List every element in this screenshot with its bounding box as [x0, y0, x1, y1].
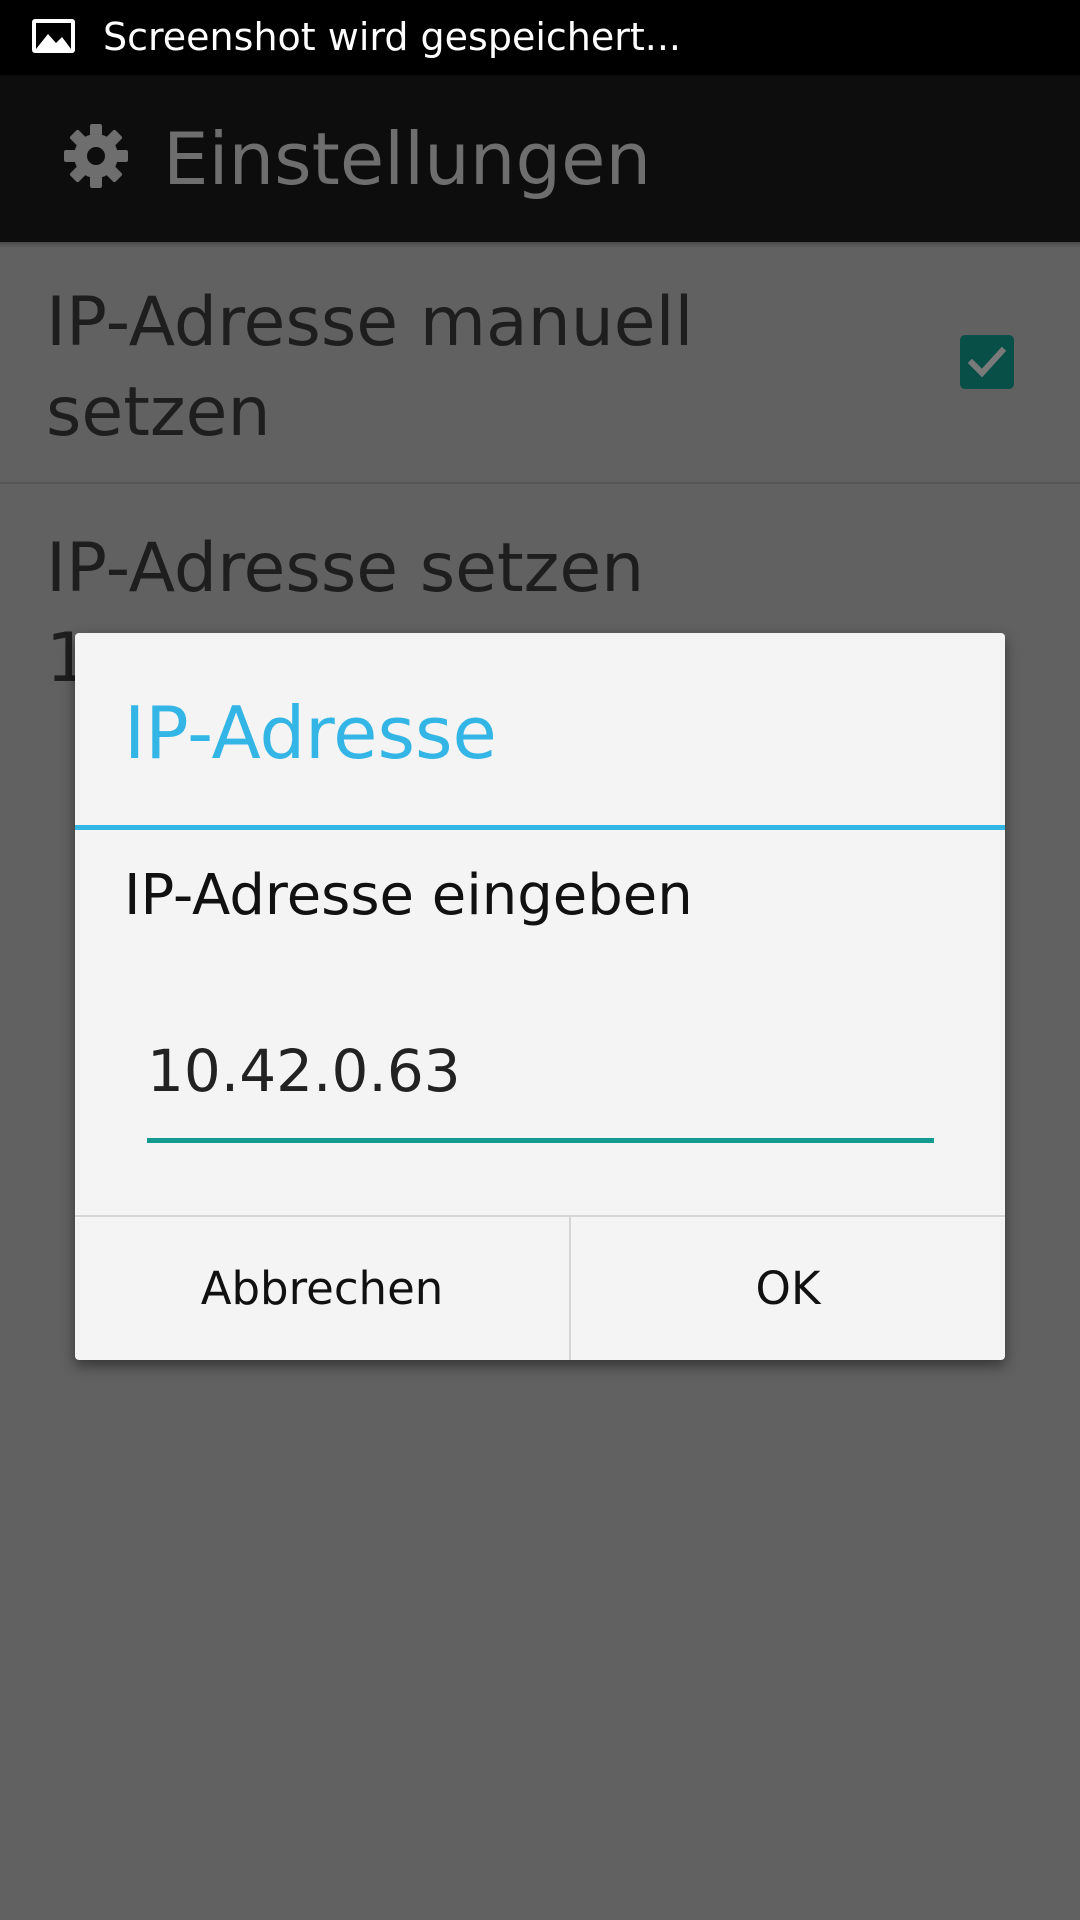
image-icon — [32, 19, 75, 53]
action-bar: Einstellungen — [0, 75, 1080, 242]
status-bar: Screenshot wird gespeichert... — [0, 0, 1080, 75]
ip-address-input[interactable] — [147, 1033, 934, 1108]
gear-icon — [64, 124, 128, 188]
checkmark-icon — [967, 346, 1007, 378]
dialog-title: IP-Adresse — [124, 691, 497, 775]
ip-input-underline — [147, 1138, 934, 1143]
ip-manual-checkbox[interactable] — [960, 335, 1014, 389]
pref-ip-manual[interactable]: IP-Adresse manuell setzen — [0, 248, 1080, 482]
cancel-button[interactable]: Abbrechen — [75, 1217, 569, 1360]
pref-ip-manual-title: IP-Adresse manuell setzen — [46, 283, 694, 452]
status-notification-text: Screenshot wird gespeichert... — [103, 15, 682, 59]
pref-ip-set-title: IP-Adresse setzen — [46, 529, 645, 608]
dialog-message: IP-Adresse eingeben — [124, 863, 693, 928]
dialog-title-divider — [75, 825, 1005, 830]
action-bar-title: Einstellungen — [163, 117, 652, 201]
ok-button[interactable]: OK — [571, 1217, 1005, 1360]
ip-address-dialog: IP-Adresse IP-Adresse eingeben Abbrechen… — [75, 633, 1005, 1360]
